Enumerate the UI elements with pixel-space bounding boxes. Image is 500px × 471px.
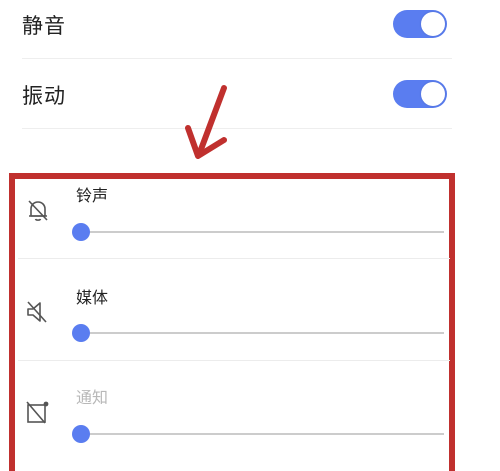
media-slider-track[interactable] — [80, 332, 444, 334]
vibrate-toggle-knob — [421, 82, 445, 106]
vibrate-toggle[interactable] — [393, 80, 447, 108]
sound-settings-screen: 静音 振动 铃声 媒体 通知 — [0, 0, 500, 471]
mute-toggle[interactable] — [393, 10, 447, 38]
ringtone-volume-row: 铃声 — [0, 178, 500, 278]
media-volume-row: 媒体 — [0, 280, 500, 380]
ringtone-slider-thumb[interactable] — [72, 223, 90, 241]
divider — [22, 58, 452, 59]
media-slider-thumb[interactable] — [72, 324, 90, 342]
notification-slider-track[interactable] — [80, 433, 444, 435]
notification-label: 通知 — [76, 388, 109, 407]
divider — [18, 258, 450, 259]
divider — [18, 360, 450, 361]
vibrate-label: 振动 — [22, 84, 66, 108]
mute-label: 静音 — [22, 14, 66, 38]
vibrate-setting-row[interactable]: 振动 — [0, 70, 500, 120]
notification-off-icon — [26, 401, 49, 424]
ringtone-slider-track[interactable] — [80, 231, 444, 233]
speaker-muted-icon — [27, 301, 47, 323]
mute-setting-row[interactable]: 静音 — [0, 0, 500, 50]
media-label: 媒体 — [76, 288, 109, 307]
mute-toggle-knob — [421, 12, 445, 36]
notification-volume-row: 通知 — [0, 382, 500, 471]
notification-slider-thumb[interactable] — [72, 425, 90, 443]
bell-off-icon — [28, 200, 48, 221]
annotation-arrow-icon — [185, 85, 227, 159]
ringtone-label: 铃声 — [76, 186, 109, 205]
